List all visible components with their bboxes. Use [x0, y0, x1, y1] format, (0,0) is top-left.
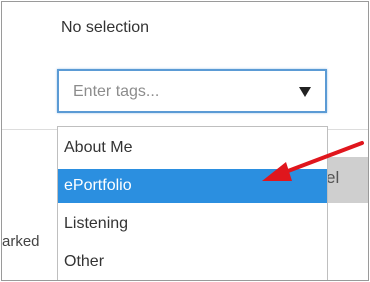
annotation-arrow-icon [262, 141, 364, 181]
